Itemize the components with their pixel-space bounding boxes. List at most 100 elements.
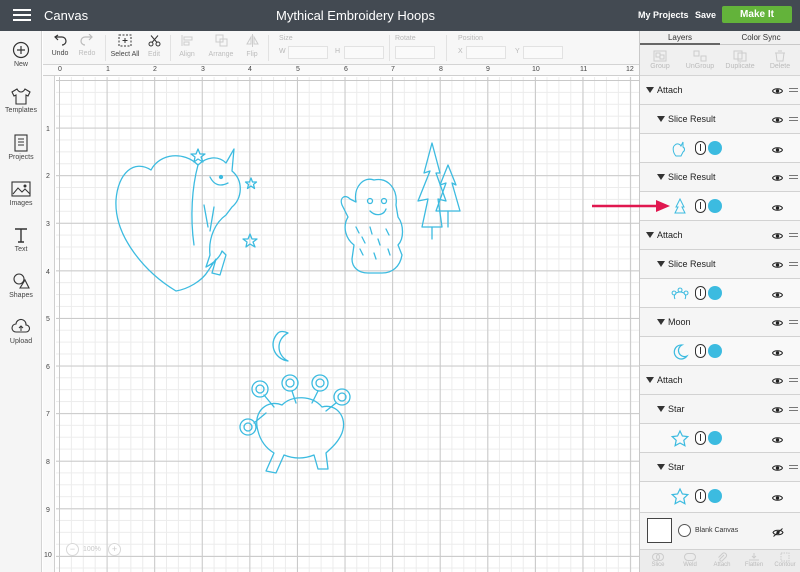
layer-group-row[interactable]: Attach	[640, 221, 800, 250]
contour-button[interactable]: Contour	[769, 552, 800, 568]
rotate-input[interactable]	[395, 46, 435, 59]
layer-item-row[interactable]	[640, 424, 800, 453]
eye-icon[interactable]	[772, 204, 783, 212]
redo-button[interactable]: Redo	[76, 33, 98, 57]
chevron-down-icon[interactable]	[657, 174, 665, 180]
ungroup-button[interactable]: UnGroup	[680, 50, 720, 70]
tab-layers[interactable]: Layers	[640, 33, 720, 45]
delete-button[interactable]: Delete	[760, 50, 800, 70]
cut-operation-icon[interactable]	[695, 199, 706, 213]
cut-operation-icon[interactable]	[695, 141, 706, 155]
sidebar-item-templates[interactable]: Templates	[0, 87, 42, 114]
eye-icon[interactable]	[772, 116, 783, 124]
layer-color-swatch[interactable]	[708, 489, 722, 503]
chevron-down-icon[interactable]	[646, 87, 654, 93]
slice-button[interactable]: Slice	[642, 552, 674, 568]
drag-handle-icon[interactable]	[789, 117, 798, 123]
drag-handle-icon[interactable]	[789, 320, 798, 326]
height-input[interactable]	[344, 46, 384, 59]
chevron-down-icon[interactable]	[657, 261, 665, 267]
chevron-down-icon[interactable]	[657, 116, 665, 122]
yeti-design[interactable]	[340, 142, 461, 274]
zoom-in-button[interactable]: +	[108, 543, 121, 556]
attach-button[interactable]: Attach	[706, 552, 738, 568]
drag-handle-icon[interactable]	[789, 88, 798, 94]
sidebar-item-images[interactable]: Images	[0, 180, 42, 207]
layer-group-row[interactable]: Attach	[640, 76, 800, 105]
drag-handle-icon[interactable]	[789, 175, 798, 181]
eye-icon[interactable]	[772, 232, 783, 240]
eye-icon[interactable]	[772, 464, 783, 472]
chevron-down-icon[interactable]	[646, 232, 654, 238]
layer-item-row[interactable]	[640, 279, 800, 308]
layer-color-swatch[interactable]	[708, 286, 722, 300]
zoom-out-button[interactable]: −	[66, 543, 79, 556]
weld-button[interactable]: Weld	[674, 552, 706, 568]
eye-icon[interactable]	[772, 146, 783, 154]
layer-group-row[interactable]: Moon	[640, 308, 800, 337]
drag-handle-icon[interactable]	[789, 233, 798, 239]
layer-color-swatch[interactable]	[708, 344, 722, 358]
drag-handle-icon[interactable]	[789, 407, 798, 413]
design-canvas[interactable]: − 100% +	[56, 77, 639, 572]
chevron-down-icon[interactable]	[646, 377, 654, 383]
eye-icon[interactable]	[772, 174, 783, 182]
layer-group-row[interactable]: Attach	[640, 366, 800, 395]
sidebar-item-upload[interactable]: Upload	[0, 318, 42, 345]
layer-group-row[interactable]: Slice Result	[640, 105, 800, 134]
tab-color-sync[interactable]: Color Sync	[721, 33, 800, 42]
sidebar-item-shapes[interactable]: Shapes	[0, 272, 42, 299]
align-button[interactable]: Align	[174, 34, 200, 58]
edit-button[interactable]: Edit	[143, 34, 165, 58]
eye-icon[interactable]	[772, 406, 783, 414]
eye-icon[interactable]	[772, 436, 783, 444]
y-position-input[interactable]	[523, 46, 563, 59]
drag-handle-icon[interactable]	[789, 465, 798, 471]
layer-group-row[interactable]: Slice Result	[640, 250, 800, 279]
chevron-down-icon[interactable]	[657, 406, 665, 412]
eye-icon[interactable]	[772, 87, 783, 95]
make-it-button[interactable]: Make It	[722, 6, 792, 23]
layer-color-swatch[interactable]	[708, 199, 722, 213]
eye-hidden-icon[interactable]	[772, 528, 784, 537]
duplicate-button[interactable]: Duplicate	[720, 50, 760, 70]
arrange-button[interactable]: Arrange	[205, 34, 237, 58]
layer-group-row[interactable]: Slice Result	[640, 163, 800, 192]
sidebar-item-new[interactable]: New	[0, 41, 42, 68]
x-position-input[interactable]	[466, 46, 506, 59]
flip-button[interactable]: Flip	[241, 34, 263, 58]
cut-operation-icon[interactable]	[695, 489, 706, 503]
undo-button[interactable]: Undo	[49, 34, 71, 57]
my-projects-link[interactable]: My Projects	[638, 10, 689, 20]
layer-item-row[interactable]	[640, 337, 800, 366]
width-input[interactable]	[288, 46, 328, 59]
save-button[interactable]: Save	[695, 10, 716, 20]
cut-operation-icon[interactable]	[695, 344, 706, 358]
eye-icon[interactable]	[772, 377, 783, 385]
chevron-down-icon[interactable]	[657, 319, 665, 325]
sidebar-item-projects[interactable]: Projects	[0, 134, 42, 161]
chevron-down-icon[interactable]	[657, 464, 665, 470]
eye-icon[interactable]	[772, 319, 783, 327]
eye-icon[interactable]	[772, 261, 783, 269]
layer-color-swatch[interactable]	[708, 141, 722, 155]
canvas-option-radio[interactable]	[678, 524, 691, 537]
cut-operation-icon[interactable]	[695, 431, 706, 445]
cut-operation-icon[interactable]	[695, 286, 706, 300]
layer-item-row[interactable]	[640, 134, 800, 163]
drag-handle-icon[interactable]	[789, 262, 798, 268]
monster-design[interactable]	[239, 330, 351, 474]
sidebar-item-text[interactable]: Text	[0, 226, 42, 253]
layer-color-swatch[interactable]	[708, 431, 722, 445]
eye-icon[interactable]	[772, 349, 783, 357]
unicorn-design[interactable]	[115, 148, 258, 292]
layer-group-row[interactable]: Star	[640, 453, 800, 482]
flatten-button[interactable]: Flatten	[738, 552, 770, 568]
canvas-color-swatch[interactable]	[647, 518, 672, 543]
layer-group-row[interactable]: Star	[640, 395, 800, 424]
blank-canvas-row[interactable]: Blank Canvas	[640, 513, 800, 550]
select-all-button[interactable]: Select All	[109, 34, 141, 58]
drag-handle-icon[interactable]	[789, 378, 798, 384]
layer-item-row[interactable]	[640, 482, 800, 513]
eye-icon[interactable]	[772, 291, 783, 299]
